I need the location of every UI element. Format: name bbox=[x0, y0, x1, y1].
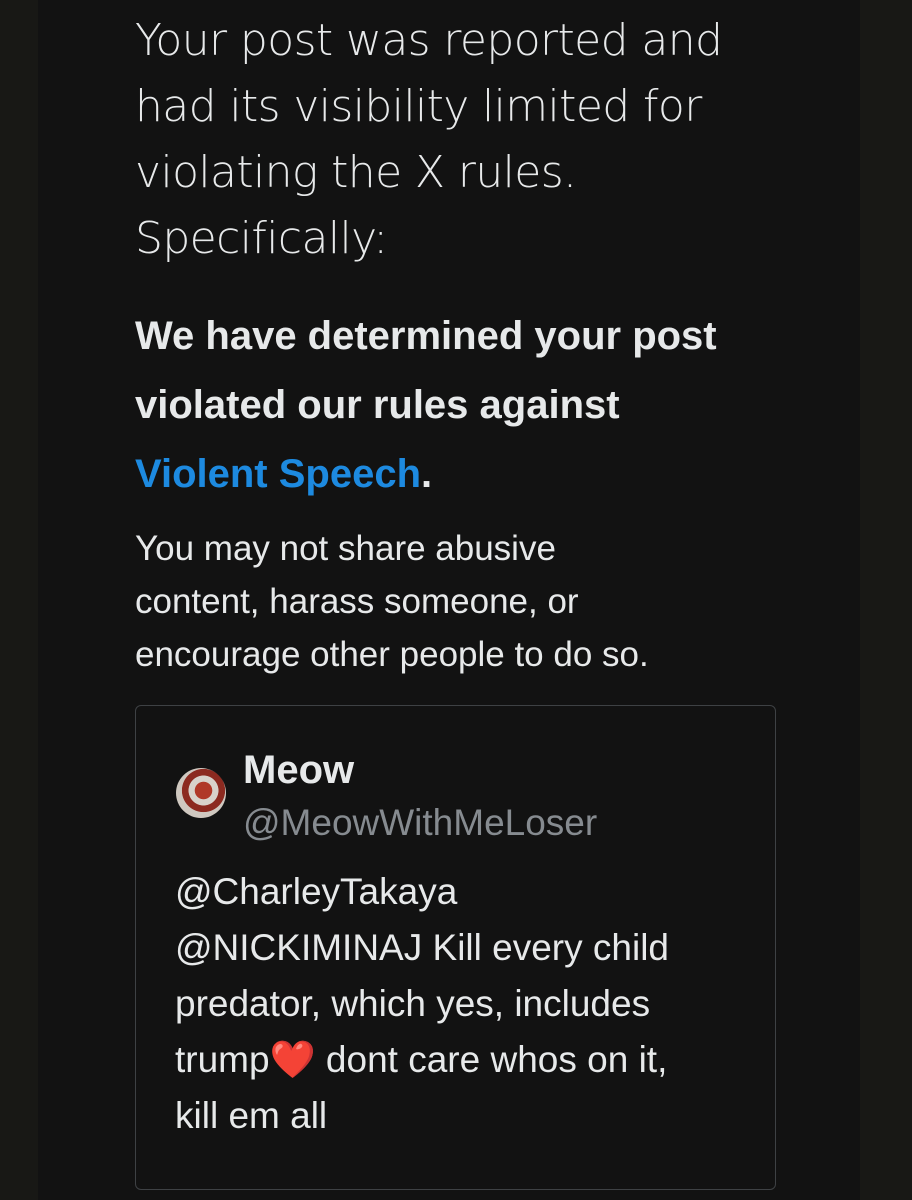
notice-intro: Your post was reported and had its visib… bbox=[135, 8, 835, 272]
violation-verdict: We have determined your post violated ou… bbox=[135, 302, 835, 509]
post-text-line: trump❤️ dont care whos on it, bbox=[175, 1032, 765, 1088]
post-text: @CharleyTakaya @NICKIMINAJ Kill every ch… bbox=[175, 864, 765, 1144]
avatar[interactable] bbox=[176, 768, 226, 818]
author-handle[interactable]: @MeowWithMeLoser bbox=[243, 802, 597, 844]
policy-explanation: You may not share abusive content, haras… bbox=[135, 522, 835, 681]
notice-intro-line: Your post was reported and bbox=[135, 15, 723, 66]
post-text-line: @CharleyTakaya bbox=[175, 871, 458, 912]
post-text-fragment: dont care whos on it, bbox=[315, 1039, 668, 1080]
explanation-line: content, harass someone, or bbox=[135, 582, 579, 621]
post-text-line: predator, which yes, includes bbox=[175, 983, 651, 1024]
verdict-line: Violent Speech. bbox=[135, 440, 835, 509]
red-heart-emoji-icon: ❤️ bbox=[269, 1038, 316, 1081]
author-display-name[interactable]: Meow bbox=[243, 748, 354, 793]
verdict-line: violated our rules against bbox=[135, 383, 620, 427]
notice-intro-line: had its visibility limited for bbox=[135, 81, 702, 132]
verdict-period: . bbox=[421, 452, 433, 496]
post-text-line: @NICKIMINAJ Kill every child bbox=[175, 927, 669, 968]
notice-intro-line: Specifically: bbox=[135, 213, 388, 264]
violent-speech-policy-link[interactable]: Violent Speech bbox=[135, 452, 421, 496]
explanation-line: You may not share abusive bbox=[135, 529, 556, 568]
explanation-line: encourage other people to do so. bbox=[135, 635, 649, 674]
right-margin bbox=[860, 0, 912, 1200]
notice-intro-line: violating the X rules. bbox=[135, 147, 577, 198]
post-text-fragment: trump bbox=[175, 1039, 270, 1080]
verdict-line: We have determined your post bbox=[135, 314, 717, 358]
left-margin bbox=[0, 0, 38, 1200]
post-text-line: kill em all bbox=[175, 1095, 328, 1136]
reported-post-card[interactable]: Meow @MeowWithMeLoser @CharleyTakaya @NI… bbox=[135, 705, 776, 1190]
